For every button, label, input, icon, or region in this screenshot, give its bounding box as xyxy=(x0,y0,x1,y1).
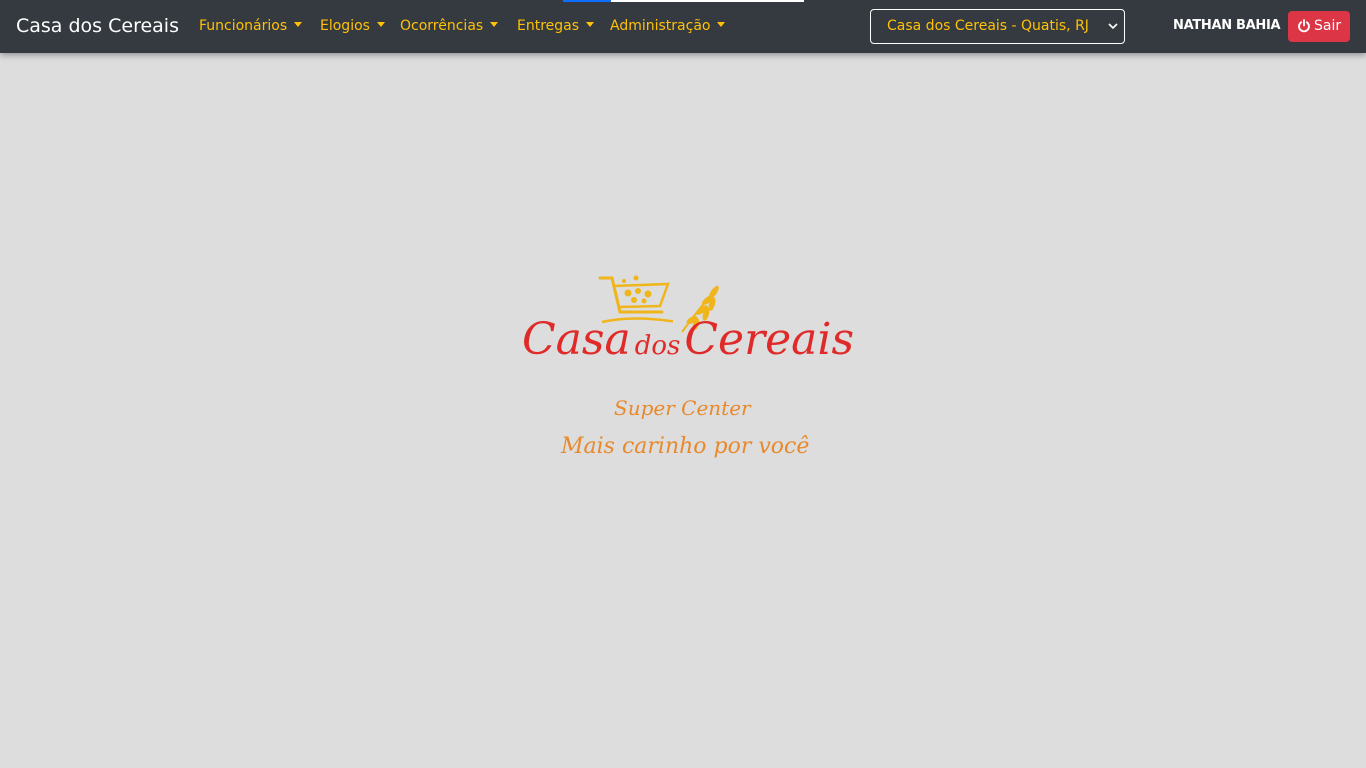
top-navbar: Casa dos Cereais Funcionários Elogios Oc… xyxy=(0,0,1366,53)
logo-title-casa: Casa xyxy=(522,314,631,365)
nav-entregas-dropdown[interactable]: Entregas xyxy=(517,16,595,36)
logout-label: Sair xyxy=(1314,18,1342,34)
nav-ocorrencias-dropdown[interactable]: Ocorrências xyxy=(400,16,499,36)
logo-title-cereais: Cereais xyxy=(684,314,855,365)
store-select[interactable]: Casa dos Cereais - Quatis, RJ xyxy=(870,9,1125,44)
logo-subtitle: Super Center xyxy=(614,396,751,420)
store-select-value: Casa dos Cereais - Quatis, RJ xyxy=(887,18,1089,34)
nav-elogios-dropdown[interactable]: Elogios xyxy=(320,16,385,36)
logo-title: Casa dosCereais xyxy=(522,310,854,376)
nav-elogios-label: Elogios xyxy=(320,18,370,34)
caret-down-icon xyxy=(490,22,499,27)
nav-funcionarios-label: Funcionários xyxy=(199,18,288,34)
logout-button[interactable]: Sair xyxy=(1288,11,1350,42)
nav-administracao-dropdown[interactable]: Administração xyxy=(610,16,726,36)
store-logo: Casa dosCereais Super Center Mais carinho… xyxy=(518,270,858,470)
caret-down-icon xyxy=(586,22,595,27)
user-name: NATHAN BAHIA xyxy=(1173,18,1281,33)
nav-entregas-label: Entregas xyxy=(517,18,580,34)
chevron-down-icon xyxy=(1108,10,1118,56)
caret-down-icon xyxy=(717,22,726,27)
logo-title-dos: dos xyxy=(634,331,681,361)
loading-bar xyxy=(563,0,804,2)
loading-bar-fill xyxy=(563,0,612,2)
nav-administracao-label: Administração xyxy=(610,18,711,34)
nav-ocorrencias-label: Ocorrências xyxy=(400,18,484,34)
caret-down-icon xyxy=(294,22,303,27)
power-icon xyxy=(1298,19,1310,33)
nav-funcionarios-dropdown[interactable]: Funcionários xyxy=(199,16,303,36)
caret-down-icon xyxy=(376,22,385,27)
brand-link[interactable]: Casa dos Cereais xyxy=(16,14,179,38)
logo-tagline: Mais carinho por você xyxy=(561,434,810,459)
